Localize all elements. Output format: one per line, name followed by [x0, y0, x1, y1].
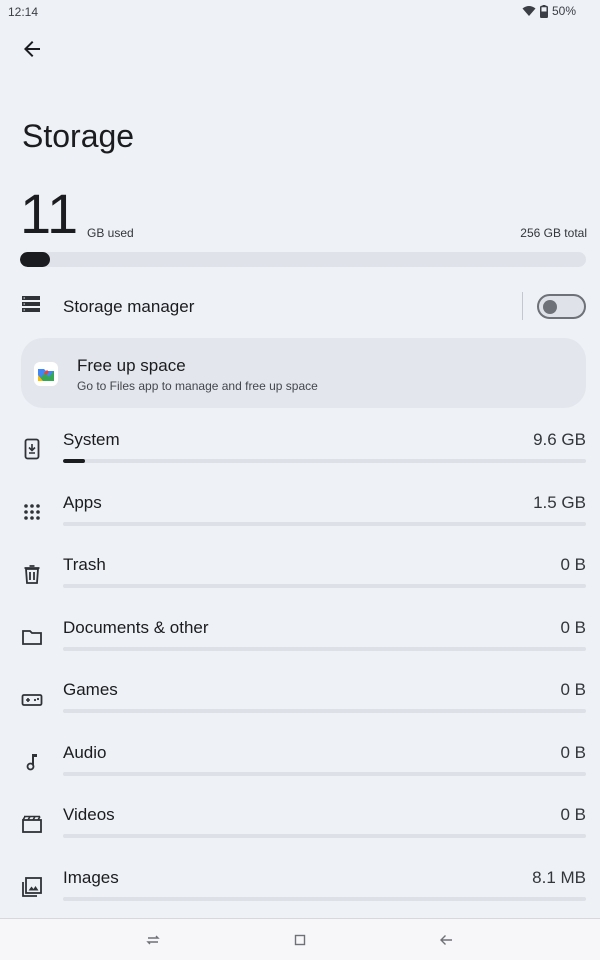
- category-progress-bar: [63, 584, 586, 588]
- category-progress-bar: [63, 647, 586, 651]
- status-bar: 12:14 50%: [0, 0, 600, 24]
- free-up-space-title: Free up space: [77, 356, 186, 375]
- category-label: Apps: [63, 493, 102, 512]
- battery-percent: 50%: [551, 4, 576, 18]
- category-size: 0 B: [560, 680, 586, 699]
- status-icons: 50%: [522, 4, 576, 18]
- category-label: Audio: [63, 743, 107, 762]
- home-icon[interactable]: [292, 932, 308, 948]
- storage-progress-fill: [20, 252, 50, 267]
- category-label: Games: [63, 680, 118, 699]
- back-icon[interactable]: [438, 932, 454, 948]
- movie-icon: [20, 812, 44, 836]
- category-row-trash[interactable]: Trash 0 B: [0, 555, 600, 617]
- category-row-system[interactable]: System 9.6 GB: [0, 430, 600, 492]
- category-label: Images: [63, 868, 119, 887]
- system-download-icon: [20, 437, 44, 461]
- category-row-apps[interactable]: Apps 1.5 GB: [0, 493, 600, 555]
- storage-manager-row[interactable]: Storage manager: [0, 286, 600, 328]
- category-size: 0 B: [560, 555, 586, 574]
- files-app-icon: [34, 362, 58, 386]
- category-progress-bar: [63, 897, 586, 901]
- used-storage-unit: GB used: [87, 226, 134, 240]
- back-button[interactable]: [20, 37, 44, 61]
- category-row-documents[interactable]: Documents & other 0 B: [0, 618, 600, 680]
- navigation-bar: [0, 918, 600, 960]
- storage-list-icon: [22, 296, 40, 317]
- image-icon: [20, 875, 44, 899]
- storage-manager-toggle[interactable]: [537, 294, 586, 319]
- status-time: 12:14: [8, 5, 39, 19]
- storage-manager-label: Storage manager: [63, 297, 195, 316]
- category-row-videos[interactable]: Videos 0 B: [0, 805, 600, 867]
- storage-progress-bar: [20, 252, 586, 267]
- divider: [522, 292, 523, 320]
- free-up-space-subtitle: Go to Files app to manage and free up sp…: [77, 379, 318, 393]
- category-progress-bar: [63, 834, 586, 838]
- music-note-icon: [20, 750, 44, 774]
- page-title: Storage: [22, 118, 135, 154]
- total-storage: 256 GB total: [520, 226, 587, 240]
- category-size: 0 B: [560, 805, 586, 824]
- category-progress-fill: [63, 459, 85, 463]
- trash-icon: [20, 562, 44, 586]
- battery-icon: [539, 4, 548, 18]
- recents-icon[interactable]: [145, 932, 161, 948]
- category-progress-bar: [63, 709, 586, 713]
- category-size: 1.5 GB: [533, 493, 586, 512]
- toggle-knob: [543, 299, 557, 314]
- category-size: 8.1 MB: [532, 868, 586, 887]
- category-progress-bar: [63, 459, 586, 463]
- free-up-space-card[interactable]: Free up space Go to Files app to manage …: [21, 338, 586, 408]
- gamepad-icon: [20, 687, 44, 711]
- category-row-audio[interactable]: Audio 0 B: [0, 743, 600, 805]
- category-row-games[interactable]: Games 0 B: [0, 680, 600, 742]
- category-progress-bar: [63, 772, 586, 776]
- folder-icon: [20, 625, 44, 649]
- category-size: 0 B: [560, 743, 586, 762]
- category-label: Videos: [63, 805, 115, 824]
- apps-grid-icon: [20, 500, 44, 524]
- category-size: 9.6 GB: [533, 430, 586, 449]
- category-label: System: [63, 430, 120, 449]
- category-progress-bar: [63, 522, 586, 526]
- wifi-icon: [522, 5, 536, 17]
- back-arrow-icon: [24, 41, 40, 57]
- used-storage-value: 11: [20, 182, 79, 245]
- category-size: 0 B: [560, 618, 586, 637]
- category-label: Documents & other: [63, 618, 209, 637]
- category-label: Trash: [63, 555, 106, 574]
